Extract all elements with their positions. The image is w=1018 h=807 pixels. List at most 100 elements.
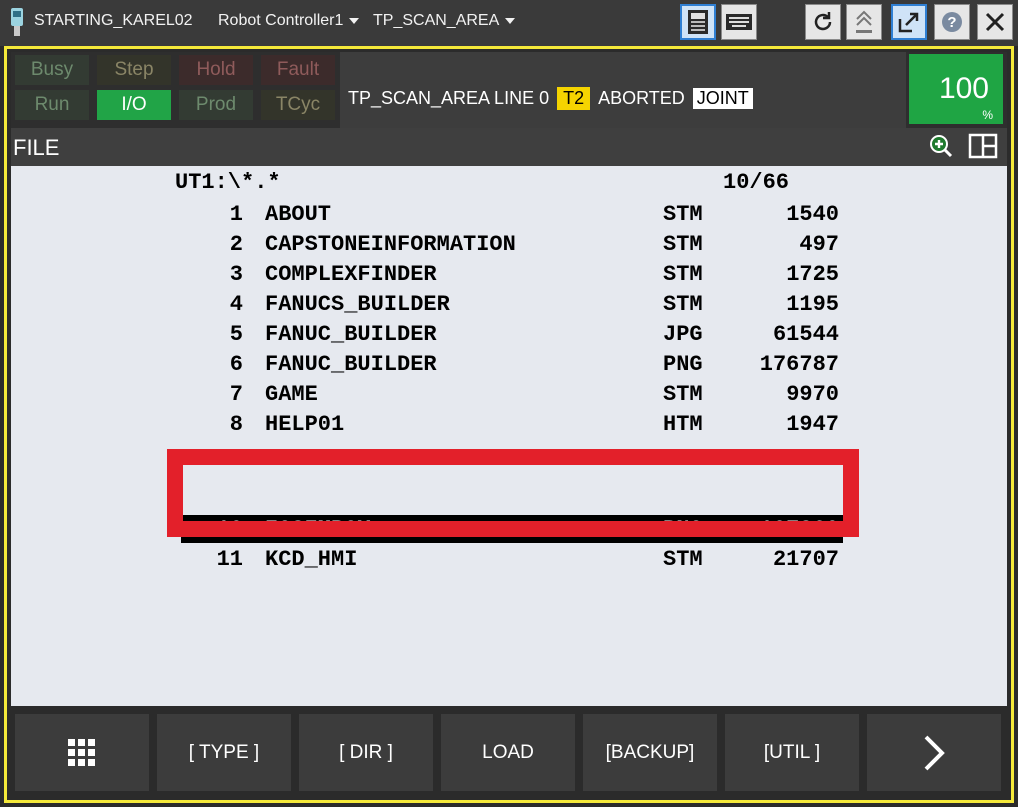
file-size: 21707 (772, 547, 839, 572)
override-unit: % (982, 108, 993, 122)
execution-state: ABORTED (598, 88, 685, 108)
file-list-item[interactable]: 8 HELP01 HTM 1947 (181, 410, 843, 438)
directory-path: UT1:\*.* (175, 170, 281, 195)
keyboard-icon (726, 14, 752, 30)
screen-header: FILE (11, 128, 1007, 166)
refresh-button[interactable] (805, 4, 841, 40)
file-number: 3 (229, 262, 243, 287)
file-name: FANUCS_BUILDER (265, 292, 450, 317)
file-size: 1947 (786, 412, 839, 437)
next-page-button[interactable] (867, 714, 1001, 791)
function-key-bar: [ TYPE ] [ DIR ] LOAD [BACKUP] [UTIL ] (11, 706, 1007, 799)
f5-util-button[interactable]: [UTIL ] (725, 714, 859, 791)
file-size: 497 (799, 232, 839, 257)
file-position-counter: 10/66 (723, 170, 790, 195)
file-list-item[interactable]: 6 FANUC_BUILDER PNG 176787 (181, 350, 843, 378)
file-list-item[interactable]: 3 COMPLEXFINDER STM 1725 (181, 260, 843, 288)
jog-button[interactable] (846, 4, 882, 40)
file-name: HELP01 (265, 412, 345, 437)
file-list-item[interactable]: 2 CAPSTONEINFORMATION STM 497 (181, 230, 843, 258)
split-window-icon[interactable] (968, 133, 998, 159)
file-list-item[interactable]: 4 FANUCS_BUILDER STM 1195 (181, 290, 843, 318)
f4-backup-button[interactable]: [BACKUP] (583, 714, 717, 791)
hold-indicator: Hold (179, 55, 253, 85)
jog-arrows-icon (856, 10, 872, 33)
fault-indicator: Fault (261, 55, 335, 85)
io-indicator: I/O (97, 90, 171, 120)
f1-type-button[interactable]: [ TYPE ] (157, 714, 291, 791)
file-size: 1540 (786, 202, 839, 227)
status-panel: Busy Step Hold Fault Run I/O Prod TCyc T… (11, 52, 1007, 128)
file-list-item[interactable]: 5 FANUC_BUILDER JPG 61544 (181, 320, 843, 348)
file-number: 7 (229, 382, 243, 407)
grid-menu-icon (68, 738, 95, 766)
refresh-icon (814, 12, 832, 31)
file-size: 1195 (786, 292, 839, 317)
chevron-right-icon (924, 735, 945, 770)
file-number: 8 (229, 412, 243, 437)
svg-text:?: ? (947, 14, 956, 31)
run-indicator: Run (15, 90, 89, 120)
external-link-icon (898, 12, 919, 33)
screen-title: FILE (13, 135, 60, 160)
file-name: FANUC_BUILDER (265, 322, 437, 347)
controller-label: Robot Controller1 (218, 12, 344, 29)
file-name: GAME (265, 382, 318, 407)
external-link-button[interactable] (891, 4, 927, 40)
annotation-highlight-box (167, 449, 859, 537)
help-icon: ? (942, 12, 962, 32)
file-list-item[interactable]: 1 ABOUT STM 1540 (181, 200, 843, 228)
file-list-item[interactable]: 11 KCD_HMI STM 21707 (181, 545, 843, 573)
file-extension: STM (663, 547, 703, 572)
file-extension: STM (663, 292, 703, 317)
f2-dir-button[interactable]: [ DIR ] (299, 714, 433, 791)
program-status-bar: TP_SCAN_AREA LINE 0 T2 ABORTED JOINT (340, 52, 906, 128)
speed-override[interactable]: 100 % (909, 54, 1003, 124)
coord-badge: JOINT (692, 88, 753, 109)
pendant-frame: Busy Step Hold Fault Run I/O Prod TCyc T… (4, 46, 1014, 803)
f3-load-button[interactable]: LOAD (441, 714, 575, 791)
file-extension: HTM (663, 412, 703, 437)
teach-pendant-button[interactable] (680, 4, 716, 40)
program-line-status: TP_SCAN_AREA LINE 0 (348, 88, 550, 108)
zoom-in-icon[interactable] (928, 133, 954, 159)
title-bar: STARTING_KAREL02 Robot Controller1 TP_SC… (0, 0, 1018, 46)
program-select-dropdown[interactable]: TP_SCAN_AREA (373, 12, 516, 30)
keyboard-button[interactable] (721, 4, 757, 40)
file-list-item[interactable]: 7 GAME STM 9970 (181, 380, 843, 408)
step-indicator: Step (97, 55, 171, 85)
file-name: ABOUT (265, 202, 332, 227)
file-size: 9970 (786, 382, 839, 407)
prod-indicator: Prod (179, 90, 253, 120)
file-number: 2 (229, 232, 243, 257)
file-number: 11 (216, 547, 243, 572)
file-name: CAPSTONEINFORMATION (265, 232, 516, 257)
program-select-label: TP_SCAN_AREA (373, 12, 500, 29)
file-size: 1725 (786, 262, 839, 287)
file-name: KCD_HMI (265, 547, 358, 572)
file-extension: STM (663, 202, 703, 227)
pendant-screen-icon (688, 10, 708, 34)
file-name: FANUC_BUILDER (265, 352, 437, 377)
busy-indicator: Busy (15, 55, 89, 85)
file-number: 1 (229, 202, 243, 227)
close-icon (985, 12, 1005, 32)
program-name: STARTING_KAREL02 (34, 12, 193, 29)
file-number: 4 (229, 292, 243, 317)
file-extension: PNG (663, 352, 703, 377)
teach-pendant-icon (11, 8, 23, 36)
close-button[interactable] (977, 4, 1013, 40)
file-list-panel: UT1:\*.* 10/66 1 ABOUT STM 1540 2 CAPSTONEINF… (11, 166, 1007, 706)
controller-dropdown[interactable]: Robot Controller1 (218, 12, 360, 30)
file-number: 6 (229, 352, 243, 377)
file-number: 5 (229, 322, 243, 347)
menu-button[interactable] (15, 714, 149, 791)
help-button[interactable]: ? (934, 4, 970, 40)
file-size: 61544 (772, 322, 839, 347)
chevron-down-icon (349, 17, 360, 24)
chevron-down-icon (505, 17, 516, 24)
mode-badge: T2 (557, 87, 591, 110)
file-extension: STM (663, 382, 703, 407)
file-extension: STM (663, 232, 703, 257)
tcyc-indicator: TCyc (261, 90, 335, 120)
